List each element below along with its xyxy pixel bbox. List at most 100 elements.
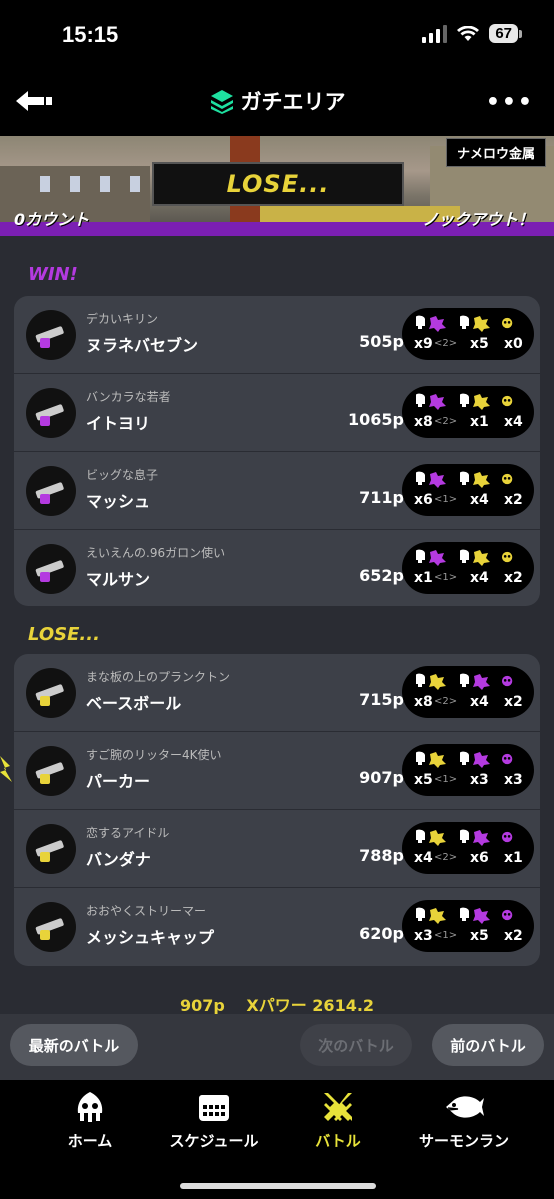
tab-salmon-run-label: サーモンラン (418, 1132, 509, 1150)
player-row[interactable]: まな板の上のプランクトン ベースボール 715p x8 <2> x4 x2 (14, 654, 540, 732)
player-row[interactable]: えいえんの.96ガロン使い マルサン 652p x1 <1> x4 x2 (14, 530, 540, 606)
player-stats: x3 <1> x5 x2 (402, 900, 534, 952)
player-points: 711p (359, 488, 404, 507)
player-title: バンカラな若者 (86, 390, 171, 404)
player-name: マッシュ (86, 492, 151, 511)
squid-icon (70, 1090, 110, 1124)
splat-count-icon (416, 673, 446, 690)
result-box: LOSE... (152, 162, 404, 206)
weapon-icon (26, 902, 76, 952)
tab-bar: ホーム スケジュール バトル サーモンラン (0, 1080, 554, 1199)
result-text: LOSE... (226, 170, 330, 198)
wifi-icon (457, 25, 480, 41)
splat-count-icon (416, 829, 446, 846)
status-bar: 15:15 67 (0, 0, 554, 70)
count-left: 0カウント (14, 210, 90, 229)
win-team-label: WIN! (28, 264, 78, 285)
special-use-count: x1 (504, 850, 523, 866)
player-name: マルサン (86, 570, 151, 589)
special-count: x6 (470, 850, 489, 866)
splat-count-icon (416, 751, 446, 768)
special-use-count: x2 (504, 492, 523, 508)
home-indicator[interactable] (180, 1183, 376, 1189)
assist-count: <1> (434, 774, 458, 785)
player-name: ベースボール (86, 694, 182, 713)
tab-schedule[interactable]: スケジュール (144, 1090, 284, 1151)
splat-count-icon (416, 471, 446, 488)
special-use-count: x4 (504, 414, 523, 430)
splat-count-icon (416, 315, 446, 332)
player-row[interactable]: 恋するアイドル バンダナ 788p x4 <2> x6 x1 (14, 810, 540, 888)
special-use-count: x0 (504, 336, 523, 352)
player-points: 1065p (348, 410, 404, 429)
player-name: バンダナ (86, 850, 151, 869)
player-stats: x1 <1> x4 x2 (402, 542, 534, 594)
special-count-icon (460, 673, 490, 690)
kill-count: x4 (414, 850, 433, 866)
footer-points: 907p (179, 996, 225, 1015)
page-title: ガチエリア (0, 86, 554, 116)
calendar-icon (194, 1090, 234, 1124)
player-row[interactable]: デカいキリン ヌラネバセブン 505p x9 <2> x5 x0 (14, 296, 540, 374)
tab-battle[interactable]: バトル (268, 1090, 408, 1151)
special-count-icon (460, 393, 490, 410)
kill-count: x3 (414, 928, 433, 944)
special-weapon-icon (501, 753, 513, 765)
battle-nav-bar: 最新のバトル 次のバトル 前のバトル (0, 1014, 554, 1080)
prev-battle-button[interactable]: 前のバトル (432, 1024, 544, 1066)
weapon-icon (26, 466, 76, 516)
salmon-icon (444, 1090, 484, 1124)
special-count: x5 (470, 928, 489, 944)
player-title: 恋するアイドル (86, 826, 170, 840)
player-title: おおやくストリーマー (86, 904, 207, 918)
signal-icon (422, 24, 448, 43)
status-icons: 67 (422, 24, 522, 43)
status-time: 15:15 (62, 22, 119, 47)
player-stats: x8 <2> x1 x4 (402, 386, 534, 438)
stage-name: ナメロウ金属 (445, 138, 546, 167)
player-points: 907p (359, 768, 404, 787)
special-use-count: x2 (504, 928, 523, 944)
assist-count: <1> (434, 494, 458, 505)
tab-home[interactable]: ホーム (20, 1090, 160, 1151)
player-title: ビッグな息子 (86, 468, 159, 482)
player-row[interactable]: すご腕のリッター4K使い パーカー 907p x5 <1> x3 x3 (14, 732, 540, 810)
weapon-icon (26, 388, 76, 438)
next-battle-button[interactable]: 次のバトル (300, 1024, 412, 1066)
weapon-icon (26, 746, 76, 796)
player-row[interactable]: おおやくストリーマー メッシュキャップ 620p x3 <1> x5 x2 (14, 888, 540, 966)
splat-count-icon (416, 549, 446, 566)
special-count: x4 (470, 492, 489, 508)
tab-battle-label: バトル (315, 1132, 361, 1150)
tab-home-label: ホーム (67, 1132, 113, 1150)
player-points: 620p (359, 924, 404, 943)
x-power: Xパワー 2614.2 (246, 996, 375, 1015)
special-count: x5 (470, 336, 489, 352)
assist-count: <2> (434, 696, 458, 707)
tab-salmon-run[interactable]: サーモンラン (394, 1090, 534, 1151)
lose-team-label: LOSE... (28, 624, 100, 645)
footer-power: 907p Xパワー 2614.2 (0, 992, 554, 1016)
special-weapon-icon (501, 909, 513, 921)
weapon-icon (26, 668, 76, 718)
count-right: ノックアウト！ (422, 210, 534, 229)
special-count: x4 (470, 570, 489, 586)
player-row[interactable]: ビッグな息子マッシュ 711p x6 <1> x4 x2 (14, 452, 540, 530)
kill-count: x6 (414, 492, 433, 508)
special-weapon-icon (501, 675, 513, 687)
assist-count: <1> (434, 572, 458, 583)
self-marker-icon (0, 756, 12, 782)
assist-count: <1> (434, 930, 458, 941)
special-weapon-icon (501, 317, 513, 329)
special-count-icon (460, 315, 490, 332)
kill-count: x1 (414, 570, 433, 586)
player-row[interactable]: バンカラな若者 イトヨリ 1065p x8 <2> x1 x4 (14, 374, 540, 452)
special-count-icon (460, 549, 490, 566)
more-options-icon[interactable]: ••• (486, 90, 534, 115)
special-use-count: x2 (504, 694, 523, 710)
latest-battle-button[interactable]: 最新のバトル (10, 1024, 138, 1066)
player-stats: x8 <2> x4 x2 (402, 666, 534, 718)
player-title: えいえんの.96ガロン使い (86, 546, 226, 560)
stage-banner: ナメロウ金属 LOSE... 0カウント ノックアウト！ (0, 136, 554, 236)
special-count-icon (460, 829, 490, 846)
